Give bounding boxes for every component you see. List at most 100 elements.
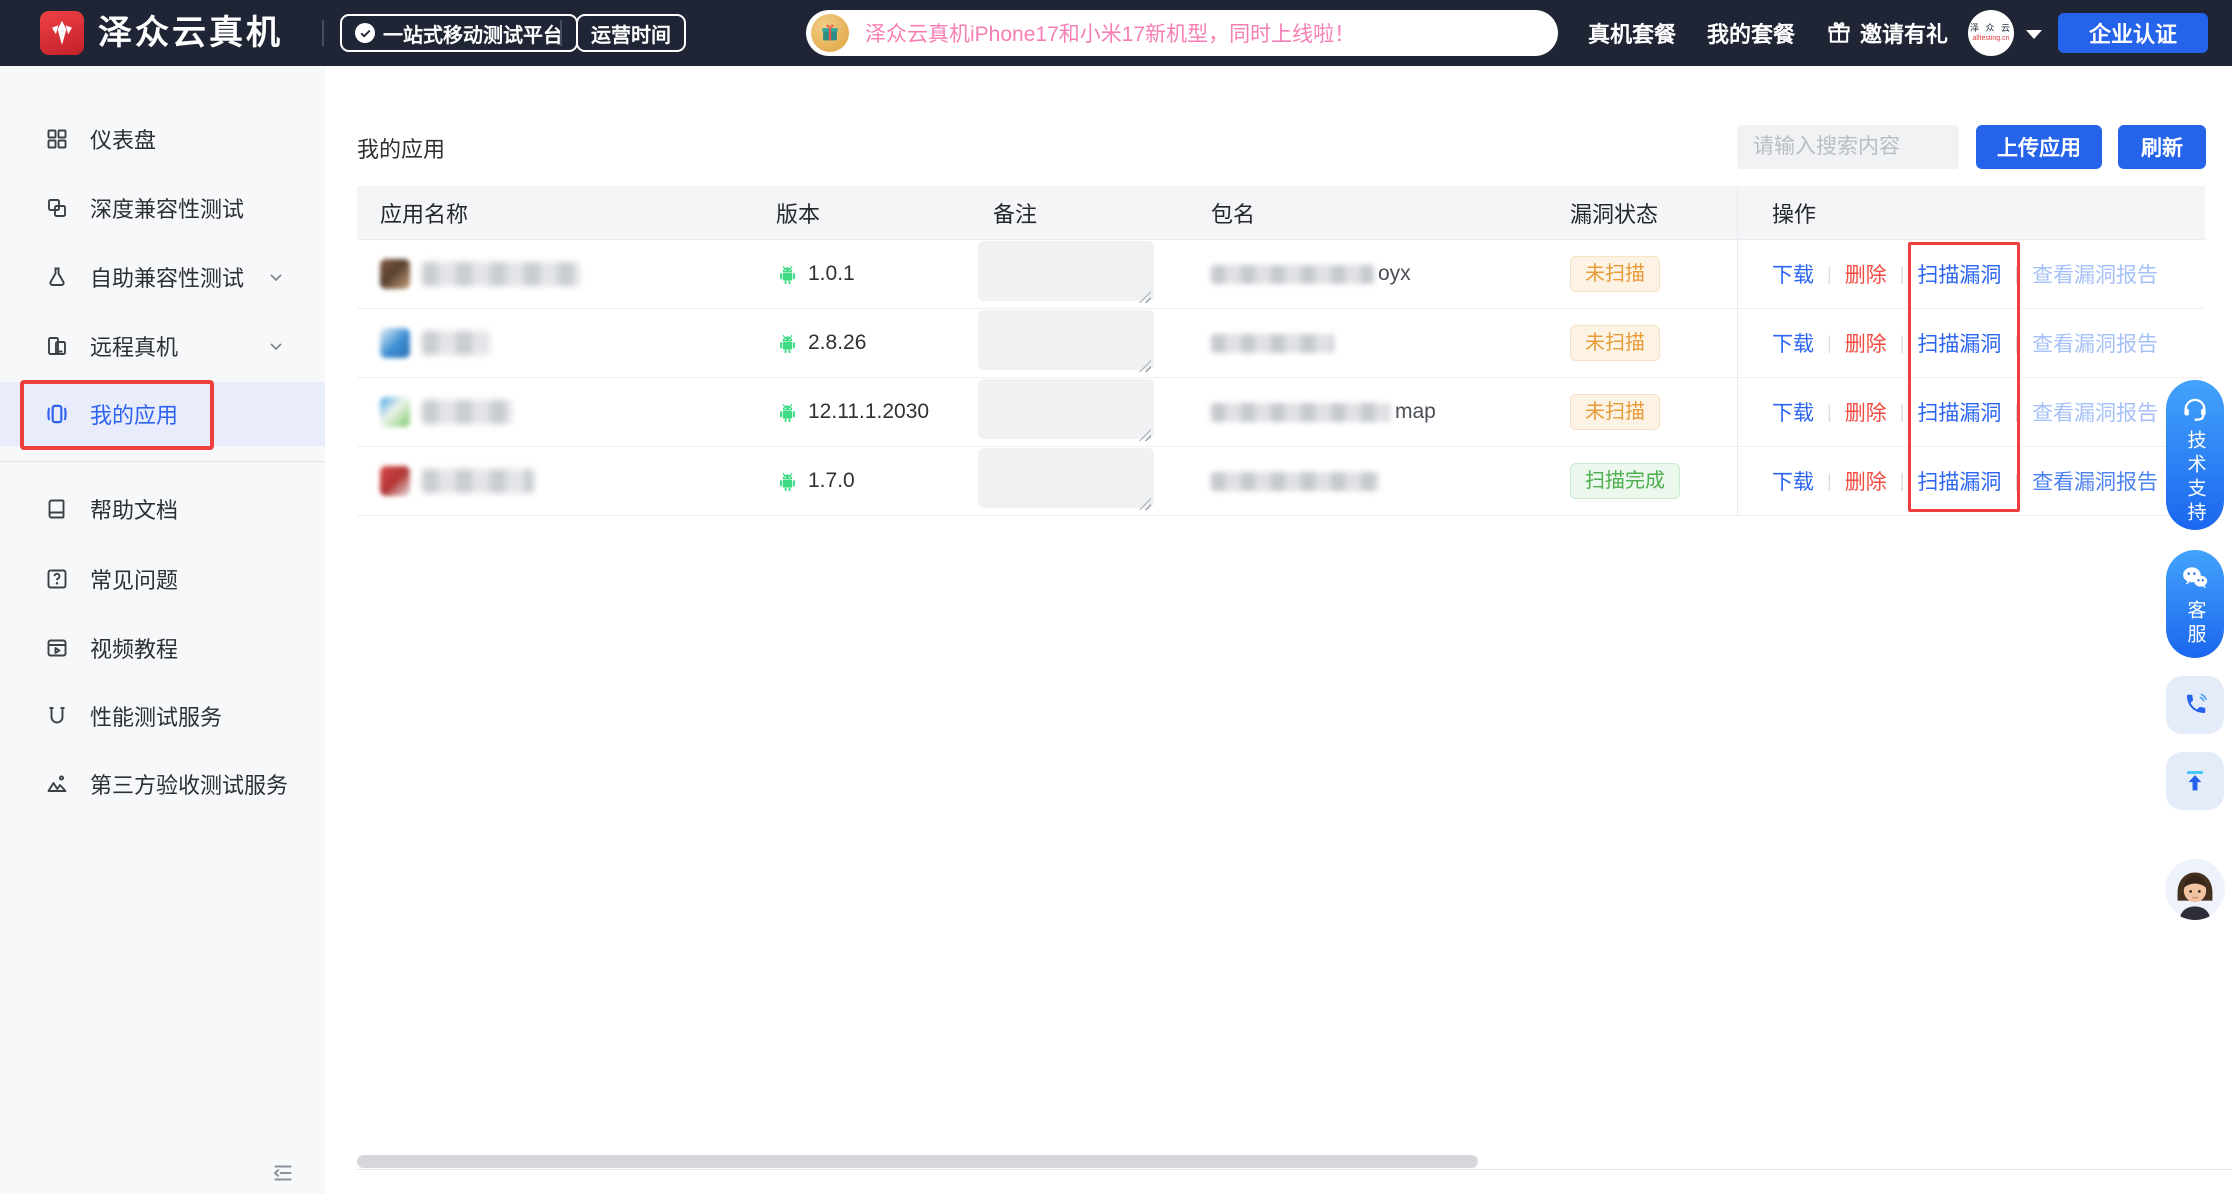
app-icon (380, 328, 410, 358)
sidebar-item-third-party-acceptance[interactable]: 第三方验收测试服务 (0, 756, 325, 812)
sidebar-item-video-tutorials[interactable]: 视频教程 (0, 620, 325, 676)
headset-icon (2180, 393, 2210, 423)
notes-textarea[interactable] (978, 310, 1154, 370)
view-report-link[interactable]: 查看漏洞报告 (2032, 328, 2158, 358)
sidebar-item-label: 常见问题 (90, 563, 178, 595)
col-header-vuln-status: 漏洞状态 (1570, 197, 1737, 229)
action-separator: | (1827, 471, 1832, 492)
chevron-down-icon (266, 336, 286, 356)
delete-link[interactable]: 删除 (1845, 397, 1887, 427)
phone-icon (2181, 691, 2209, 719)
avatar-text-top: 泽 众 云 (1970, 24, 2012, 33)
hscrollbar-thumb[interactable] (357, 1155, 1478, 1168)
action-separator: | (1900, 471, 1905, 492)
upload-app-button[interactable]: 上传应用 (1976, 125, 2102, 169)
enterprise-cert-button[interactable]: 企业认证 (2058, 13, 2208, 53)
table-row: 1.0.1 oyx 未扫描 下载|删除|扫描漏洞|查看漏洞报告 (357, 240, 2205, 309)
avatar-text-bottom: alltesting.cn (1973, 35, 2010, 42)
support-widget[interactable]: 技术支持 (2166, 380, 2224, 530)
action-separator: | (1900, 333, 1905, 354)
sidebar-divider (0, 461, 325, 462)
sidebar-item-label: 深度兼容性测试 (90, 192, 244, 224)
package-name-redacted (1211, 403, 1391, 422)
app-icon (380, 259, 410, 289)
sidebar-item-performance-test[interactable]: 性能测试服务 (0, 688, 325, 744)
search-box (1737, 125, 1959, 169)
delete-link[interactable]: 删除 (1845, 259, 1887, 289)
sidebar-item-dashboard[interactable]: 仪表盘 (0, 111, 325, 167)
view-report-link[interactable]: 查看漏洞报告 (2032, 259, 2158, 289)
version-text: 12.11.1.2030 (808, 400, 929, 424)
header-separator (322, 20, 324, 46)
notes-textarea[interactable] (978, 448, 1154, 508)
col-header-actions: 操作 (1737, 186, 2205, 239)
view-report-link[interactable]: 查看漏洞报告 (2032, 397, 2158, 427)
chevron-down-icon[interactable] (2026, 30, 2042, 39)
sidebar-item-help-docs[interactable]: 帮助文档 (0, 481, 325, 537)
sidebar-item-remote-device[interactable]: 远程真机 (0, 318, 325, 374)
package-suffix: oyx (1378, 262, 1411, 286)
dashboard-grid-icon (44, 126, 70, 152)
mountain-icon (44, 771, 70, 797)
phone-contact-button[interactable] (2166, 676, 2224, 734)
scan-link[interactable]: 扫描漏洞 (1917, 466, 2001, 496)
action-separator: | (2014, 402, 2019, 423)
top-header: 泽众云真机 一站式移动测试平台 运营时间 泽众云真机iPhone17和小米17新… (0, 0, 2232, 66)
nav-item-my-plans[interactable]: 我的套餐 (1707, 0, 1795, 66)
assistant-avatar[interactable] (2164, 858, 2226, 920)
sidebar-item-my-apps[interactable]: 我的应用 (0, 386, 325, 442)
announcement-text: 泽众云真机iPhone17和小米17新机型，同时上线啦！ (865, 18, 1355, 48)
sidebar-item-self-compat-test[interactable]: 自助兼容性测试 (0, 249, 325, 305)
download-link[interactable]: 下载 (1772, 259, 1814, 289)
notes-textarea[interactable] (978, 379, 1154, 439)
flask-icon (44, 264, 70, 290)
collapse-sidebar-button[interactable] (268, 1158, 298, 1188)
app-name-redacted (422, 331, 490, 355)
my-apps-icon (44, 401, 70, 427)
announcement-bar[interactable]: 泽众云真机iPhone17和小米17新机型，同时上线啦！ (806, 10, 1558, 56)
remote-device-icon (44, 333, 70, 359)
sidebar-item-label: 自助兼容性测试 (90, 261, 244, 293)
hscrollbar-track (357, 1169, 2232, 1170)
download-link[interactable]: 下载 (1772, 328, 1814, 358)
app-name-redacted (422, 262, 580, 286)
delete-link[interactable]: 删除 (1845, 466, 1887, 496)
status-badge: 未扫描 (1570, 325, 1660, 361)
col-header-package: 包名 (1211, 197, 1570, 229)
main-content: 我的应用 上传应用 刷新 应用名称 版本 备注 包名 漏洞状态 操作 (325, 66, 2232, 1194)
page-title: 我的应用 (357, 132, 445, 164)
app-icon (380, 397, 410, 427)
app-name-redacted (422, 400, 512, 424)
brand-logo-icon (40, 11, 84, 55)
sidebar-item-label: 视频教程 (90, 632, 178, 664)
invite-gift-icon (1826, 20, 1852, 46)
scan-link[interactable]: 扫描漏洞 (1917, 397, 2001, 427)
chevron-down-icon (266, 267, 286, 287)
sidebar-item-faq[interactable]: 常见问题 (0, 551, 325, 607)
action-separator: | (1827, 333, 1832, 354)
nav-item-device-plans[interactable]: 真机套餐 (1588, 0, 1676, 66)
android-icon (776, 401, 799, 424)
table-row: 2.8.26 未扫描 下载|删除|扫描漏洞|查看漏洞报告 (357, 309, 2205, 378)
sidebar-item-label: 性能测试服务 (90, 700, 222, 732)
magnet-u-icon (44, 703, 70, 729)
customer-service-widget[interactable]: 客服 (2166, 550, 2224, 658)
scan-link[interactable]: 扫描漏洞 (1917, 328, 2001, 358)
notes-textarea[interactable] (978, 241, 1154, 301)
sidebar-item-deep-compat-test[interactable]: 深度兼容性测试 (0, 180, 325, 236)
android-icon (776, 470, 799, 493)
hours-badge: 运营时间 (576, 14, 686, 52)
sidebar-item-label: 帮助文档 (90, 493, 178, 525)
back-to-top-button[interactable] (2166, 752, 2224, 810)
download-link[interactable]: 下载 (1772, 397, 1814, 427)
apps-table: 应用名称 版本 备注 包名 漏洞状态 操作 1.0.1 (357, 186, 2205, 516)
status-badge: 未扫描 (1570, 256, 1660, 292)
view-report-link[interactable]: 查看漏洞报告 (2032, 466, 2158, 496)
user-avatar[interactable]: 泽 众 云 alltesting.cn (1968, 10, 2014, 56)
delete-link[interactable]: 删除 (1845, 328, 1887, 358)
refresh-button[interactable]: 刷新 (2118, 125, 2206, 169)
overlap-squares-icon (44, 195, 70, 221)
download-link[interactable]: 下载 (1772, 466, 1814, 496)
scan-link[interactable]: 扫描漏洞 (1917, 259, 2001, 289)
nav-item-invite[interactable]: 邀请有礼 (1826, 0, 1948, 66)
